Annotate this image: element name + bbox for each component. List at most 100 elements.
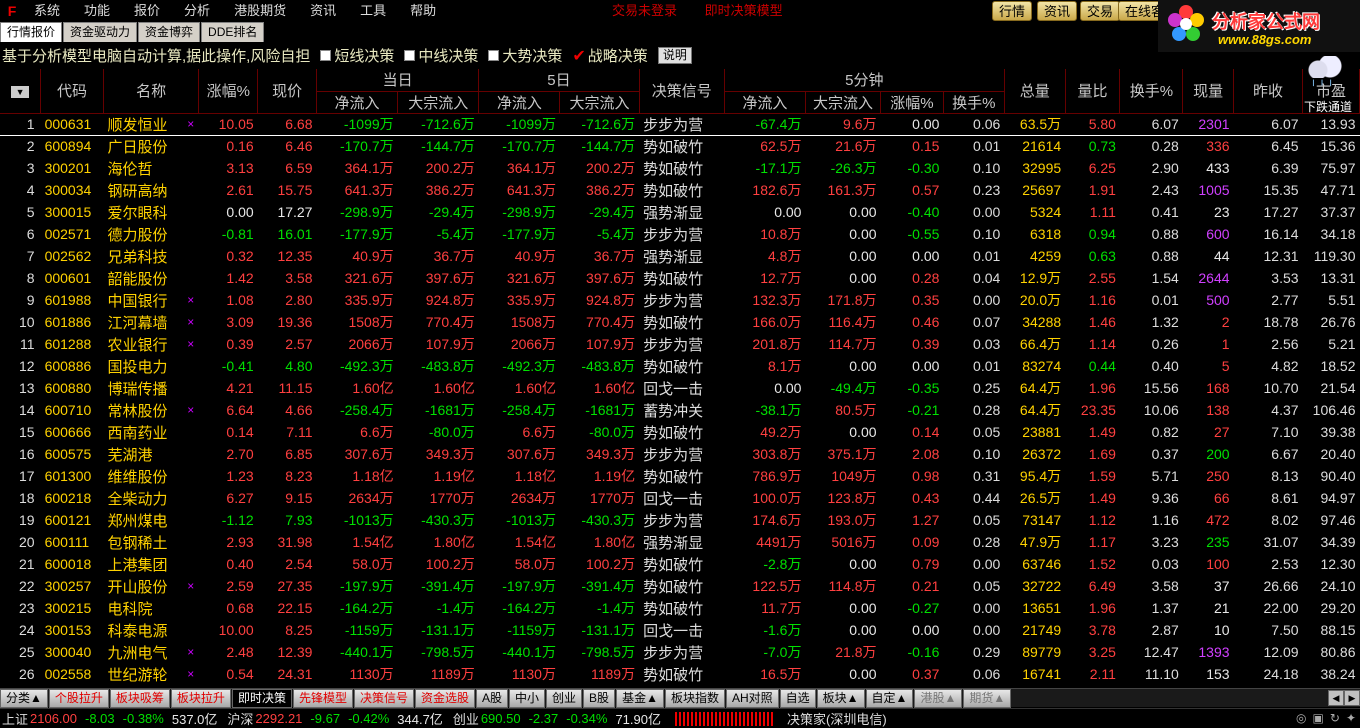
header-name[interactable]: 名称 <box>103 69 200 114</box>
header-today-block-inflow[interactable]: 大宗流入 <box>397 91 480 114</box>
table-row[interactable]: 4 300034 钢研高纳 2.61 15.75 641.3万 386.2万 641.3万 38… <box>0 179 1360 201</box>
settings-icon[interactable]: ✦ <box>1346 711 1356 725</box>
checkbox-short-term[interactable]: 短线决策 <box>320 45 394 66</box>
category-tab[interactable]: 个股拉升 <box>48 688 109 708</box>
category-tab[interactable]: 板块指数 <box>664 688 725 708</box>
tab-quote-list[interactable]: 行情报价 <box>0 22 63 42</box>
checkbox-mid-term[interactable]: 中线决策 <box>404 45 478 66</box>
sort-menu-header[interactable]: ▼ <box>0 69 42 114</box>
table-row[interactable]: 6 002571 德力股份 -0.81 16.01 -177.9万 -5.4万 -177.9万… <box>0 223 1360 245</box>
checkmark-icon[interactable]: ✔ <box>572 46 585 66</box>
header-price[interactable]: 现价 <box>257 69 317 114</box>
table-row[interactable]: 25 300040 九洲电气 × 2.48 12.39 -440.1万 -798.5万 -440… <box>0 641 1360 663</box>
category-tab[interactable]: 自选 <box>779 688 816 708</box>
table-row[interactable]: 5 300015 爱尔眼科 0.00 17.27 -298.9万 -29.4万 -298.9万… <box>0 201 1360 223</box>
category-tab[interactable]: 板块吸筹 <box>109 688 170 708</box>
header-today-net-inflow[interactable]: 净流入 <box>316 91 399 114</box>
category-tab[interactable]: 资金选股 <box>414 688 475 708</box>
category-tab[interactable]: 决策信号 <box>353 688 414 708</box>
header-5min-block-inflow[interactable]: 大宗流入 <box>805 91 882 114</box>
category-tab[interactable]: AH对照 <box>725 688 779 708</box>
table-row[interactable]: 24 300153 科泰电源 10.00 8.25 -1159万 -131.1万 -1159万… <box>0 619 1360 641</box>
table-row[interactable]: 9 601988 中国银行 × 1.08 2.80 335.9万 924.8万 335.9万 92… <box>0 289 1360 311</box>
quote-button[interactable]: 行情 <box>992 1 1033 21</box>
table-row[interactable]: 22 300257 开山股份 × 2.59 27.35 -197.9万 -391.4万 -197… <box>0 575 1360 597</box>
header-current-volume[interactable]: 现量 <box>1182 69 1235 114</box>
table-row[interactable]: 18 600218 全柴动力 6.27 9.15 2634万 1770万 2634万 1770万… <box>0 487 1360 509</box>
menu-news[interactable]: 资讯 <box>298 0 348 22</box>
menu-help[interactable]: 帮助 <box>398 0 448 22</box>
search-icon[interactable]: ◎ <box>1296 711 1306 725</box>
menu-analysis[interactable]: 分析 <box>172 0 222 22</box>
table-row[interactable]: 13 600880 博瑞传播 4.21 11.15 1.60亿 1.60亿 1.60亿 1.60… <box>0 377 1360 399</box>
scroll-left-icon[interactable]: ◀ <box>1328 690 1344 706</box>
trade-button[interactable]: 交易 <box>1080 1 1121 21</box>
checkbox-box[interactable] <box>488 50 500 61</box>
category-tab[interactable]: 期货▲ <box>963 688 1012 708</box>
menu-system[interactable]: 系统 <box>22 0 72 22</box>
menu-tools[interactable]: 工具 <box>348 0 398 22</box>
tab-capital-drive[interactable]: 资金驱动力 <box>63 22 138 42</box>
refresh-icon[interactable]: ↻ <box>1330 711 1340 725</box>
category-tab[interactable]: A股 <box>476 688 509 708</box>
header-5min-change-pct[interactable]: 涨幅% <box>880 91 944 114</box>
table-row[interactable]: 7 002562 兄弟科技 0.32 12.35 40.9万 36.7万 40.9万 36.7万… <box>0 245 1360 267</box>
category-tab[interactable]: 板块▲ <box>816 688 865 708</box>
table-row[interactable]: 21 600018 上港集团 0.40 2.54 58.0万 100.2万 58.0万 100.… <box>0 553 1360 575</box>
checkbox-box[interactable] <box>320 50 332 61</box>
header-signal[interactable]: 决策信号 <box>639 69 725 114</box>
table-row[interactable]: 14 600710 常林股份 × 6.64 4.66 -258.4万 -1681万 -258.4… <box>0 399 1360 421</box>
category-tab[interactable]: B股 <box>583 688 616 708</box>
table-row[interactable]: 10 601886 江河幕墙 × 3.09 19.36 1508万 770.4万 1508万 77… <box>0 311 1360 333</box>
category-tab[interactable]: 分类▲ <box>0 688 48 708</box>
category-tab[interactable]: 板块拉升 <box>170 688 231 708</box>
news-button[interactable]: 资讯 <box>1037 1 1078 21</box>
category-tab[interactable]: 基金▲ <box>616 688 664 708</box>
table-row[interactable]: 16 600575 芜湖港 2.70 6.85 307.6万 349.3万 307.6万 349… <box>0 443 1360 465</box>
header-pe[interactable]: 市盈 <box>1302 69 1360 114</box>
dropdown-arrow-icon[interactable]: ▼ <box>11 86 30 99</box>
checkbox-strategy[interactable]: ✔ 战略决策 <box>572 45 647 66</box>
checkbox-box[interactable] <box>404 50 416 61</box>
table-row[interactable]: 23 300215 电科院 0.68 22.15 -164.2万 -1.4万 -164.2万 -… <box>0 597 1360 619</box>
header-5day-block-inflow[interactable]: 大宗流入 <box>559 91 640 114</box>
table-row[interactable]: 1 000631 顺发恒业 × 10.05 6.68 -1099万 -712.6万 -1099万… <box>0 112 1360 136</box>
tab-capital-game[interactable]: 资金博弈 <box>138 22 201 42</box>
category-tab[interactable]: 港股▲ <box>914 688 963 708</box>
header-5min-turnover[interactable]: 换手% <box>943 91 1005 114</box>
notice-model[interactable]: 即时决策模型 <box>705 3 783 18</box>
header-total-volume[interactable]: 总量 <box>1004 69 1066 114</box>
header-prev-close[interactable]: 昨收 <box>1233 69 1304 114</box>
header-turnover[interactable]: 换手% <box>1119 69 1184 114</box>
table-row[interactable]: 26 002558 世纪游轮 × 0.54 24.31 1130万 1189万 1130万 118… <box>0 663 1360 685</box>
table-row[interactable]: 11 601288 农业银行 × 0.39 2.57 2066万 107.9万 2066万 107… <box>0 333 1360 355</box>
menu-hk-futures[interactable]: 港股期货 <box>222 0 298 22</box>
lock-icon[interactable]: ▣ <box>1313 711 1324 725</box>
header-volume-ratio[interactable]: 量比 <box>1065 69 1121 114</box>
scroll-right-icon[interactable]: ▶ <box>1344 690 1360 706</box>
header-code[interactable]: 代码 <box>40 69 104 114</box>
header-5day-net-inflow[interactable]: 净流入 <box>478 91 561 114</box>
tab-dde-rank[interactable]: DDE排名 <box>201 22 265 42</box>
category-tab[interactable]: 自定▲ <box>865 688 914 708</box>
table-row[interactable]: 17 601300 维维股份 1.23 8.23 1.18亿 1.19亿 1.18亿 1.19亿… <box>0 465 1360 487</box>
category-tab[interactable]: 创业 <box>546 688 583 708</box>
explain-button[interactable]: 说明 <box>657 47 692 64</box>
table-row[interactable]: 2 600894 广日股份 0.16 6.46 -170.7万 -144.7万 -170.7万… <box>0 135 1360 157</box>
table-row[interactable]: 8 000601 韶能股份 1.42 3.58 321.6万 397.6万 321.6万 397… <box>0 267 1360 289</box>
table-row[interactable]: 3 300201 海伦哲 3.13 6.59 364.1万 200.2万 364.1万 200.… <box>0 157 1360 179</box>
table-row[interactable]: 12 600886 国投电力 -0.41 4.80 -492.3万 -483.8万 -492.… <box>0 355 1360 377</box>
checkbox-market-trend[interactable]: 大势决策 <box>488 45 562 66</box>
notice-login[interactable]: 交易未登录 <box>612 3 677 18</box>
broker-connection[interactable]: 决策家(深圳电信) <box>787 709 887 728</box>
category-tab[interactable]: 中小 <box>509 688 546 708</box>
header-change-pct[interactable]: 涨幅% <box>198 69 259 114</box>
category-tab[interactable]: 先锋模型 <box>292 688 353 708</box>
menu-quote[interactable]: 报价 <box>122 0 172 22</box>
table-row[interactable]: 20 600111 包钢稀土 2.93 31.98 1.54亿 1.80亿 1.54亿 1.80… <box>0 531 1360 553</box>
header-5min-net-inflow[interactable]: 净流入 <box>724 91 806 114</box>
table-row[interactable]: 19 600121 郑州煤电 -1.12 7.93 -1013万 -430.3万 -1013万… <box>0 509 1360 531</box>
table-row[interactable]: 15 600666 西南药业 0.14 7.11 6.6万 -80.0万 6.6万 -80.0万… <box>0 421 1360 443</box>
menu-function[interactable]: 功能 <box>72 0 122 22</box>
category-tab[interactable]: 即时决策 <box>231 688 292 708</box>
